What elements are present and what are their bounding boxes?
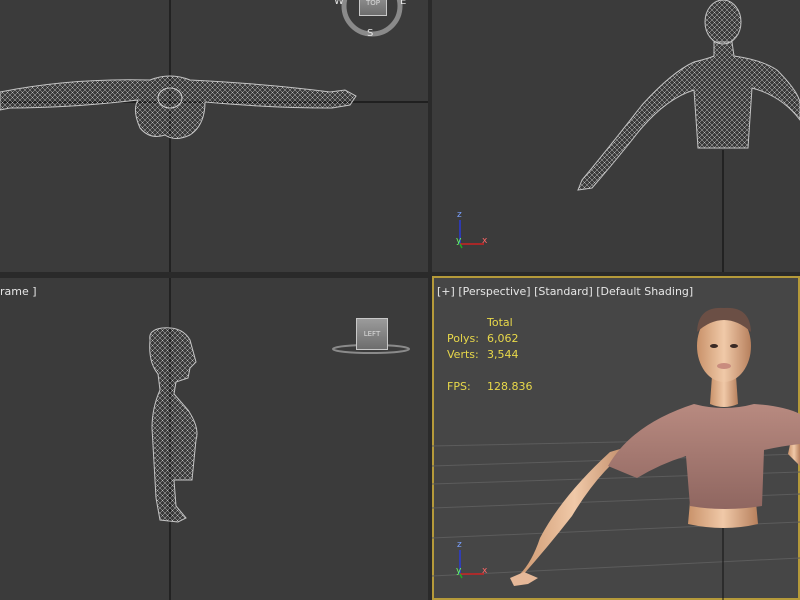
axis-gizmo-perspective [459,550,484,579]
axis-z-label: z [457,540,462,550]
viewcube-top[interactable]: TOP [359,0,387,16]
viewport-perspective[interactable]: [+] [Perspective] [Standard] [Default Sh… [432,276,800,600]
front-view-canvas [459,0,800,272]
stats-polys-label: Polys: [447,332,479,345]
axis-x-label: x [482,236,488,246]
stats-verts-value: 3,544 [487,348,519,361]
axis-gizmo-front [459,220,484,249]
axis-y-label: y [456,566,462,576]
axis-y-label: y [456,236,462,246]
viewport-left[interactable]: rame ] LEFT [0,278,428,600]
compass-west-label: W [334,0,344,7]
stats-total-header: Total [487,316,513,329]
viewcube-left[interactable]: LEFT [356,318,388,350]
stats-fps-label: FPS: [447,380,471,393]
viewport-front[interactable]: z y x [432,0,800,272]
character-wireframe-top[interactable] [0,75,357,139]
top-view-canvas [0,0,428,272]
compass-east-label: E [400,0,407,7]
axis-x-label: x [482,566,488,576]
compass-south-label: S [367,28,374,39]
viewport-top[interactable]: TOP W E S [0,0,428,272]
axis-z-label: z [457,210,462,220]
stats-polys-value: 6,062 [487,332,519,345]
character-wireframe-left[interactable] [149,327,198,523]
character-wireframe-front[interactable] [577,0,800,191]
character-shaded-model[interactable] [510,307,800,586]
stats-verts-label: Verts: [447,348,479,361]
stats-fps-value: 128.836 [487,380,533,393]
